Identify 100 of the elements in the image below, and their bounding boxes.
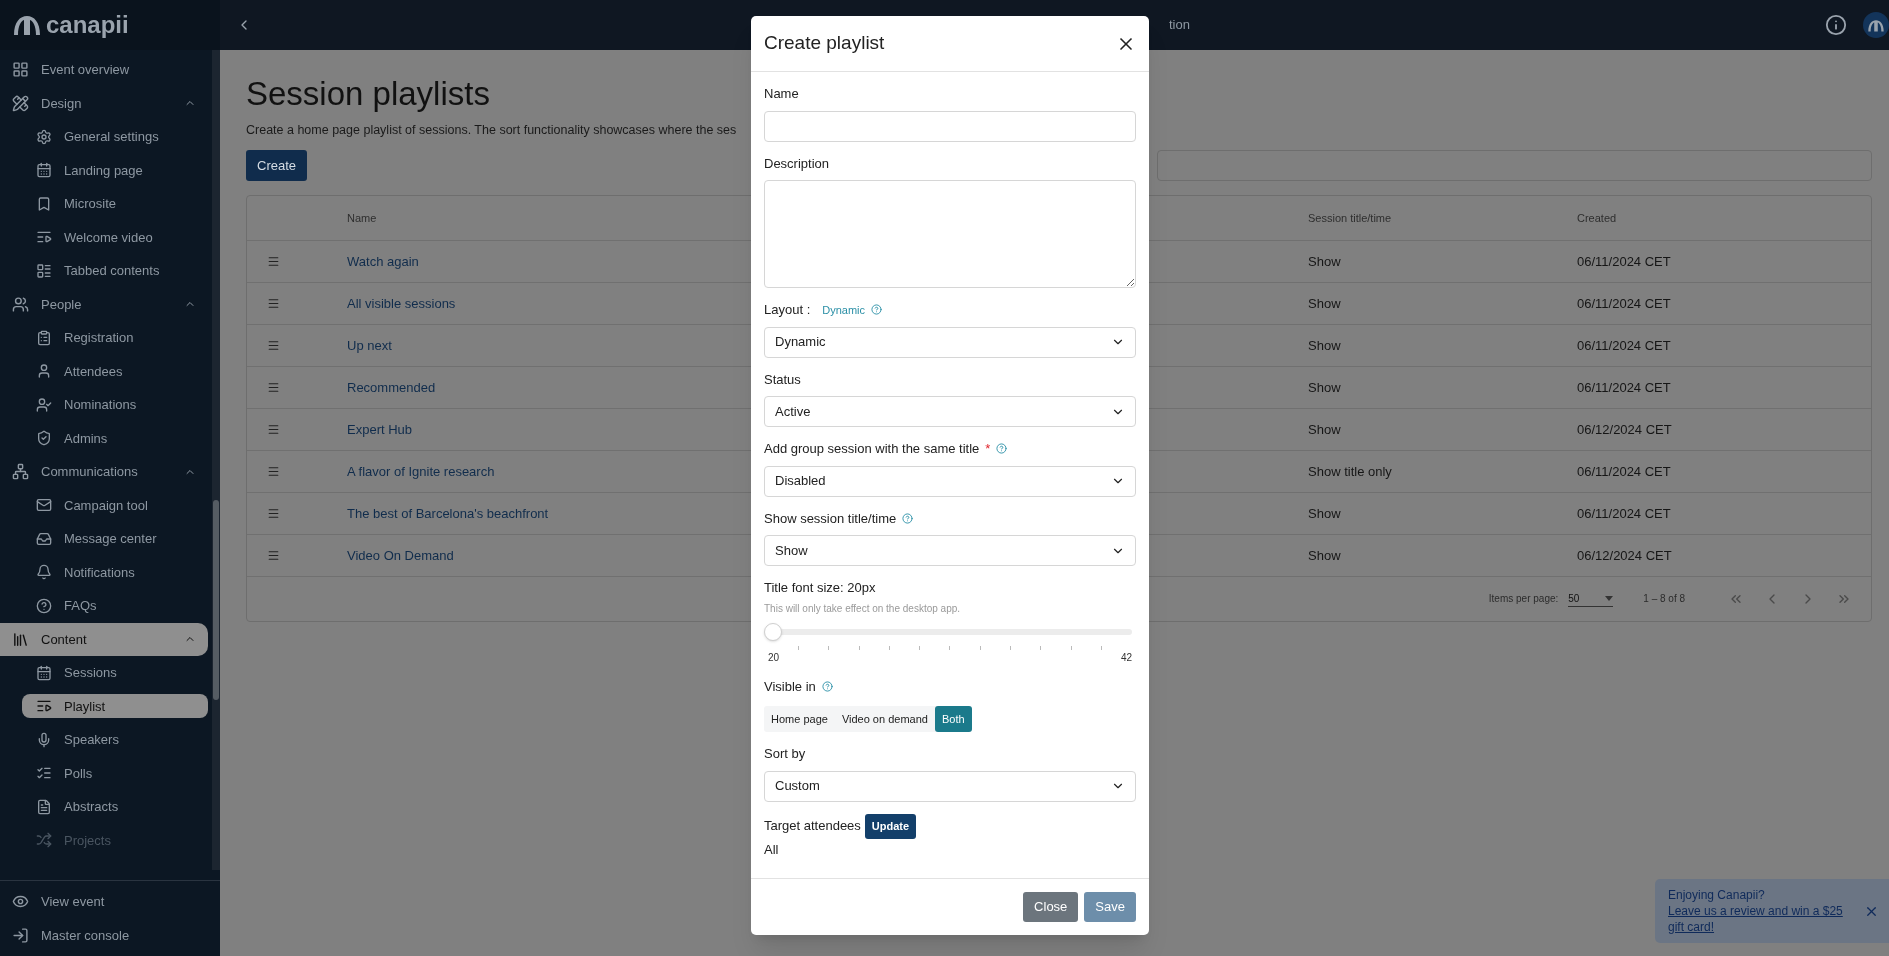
- sidebar-section[interactable]: Design: [0, 86, 208, 120]
- sidebar-item[interactable]: Polls: [22, 761, 208, 786]
- toast-message: Enjoying Canapii?: [1668, 887, 1766, 903]
- drag-handle-icon[interactable]: [267, 296, 280, 310]
- sidebar-item[interactable]: Speakers: [22, 727, 208, 752]
- sidebar-item[interactable]: Admins: [22, 426, 208, 451]
- segment-option[interactable]: Home page: [764, 706, 835, 732]
- items-per-page-select[interactable]: 50: [1568, 590, 1614, 607]
- sidebar-item[interactable]: Playlist: [22, 694, 208, 719]
- playlist-name-link[interactable]: Watch again: [347, 251, 419, 271]
- sidebar-item[interactable]: Landing page: [22, 158, 208, 183]
- name-input[interactable]: [764, 110, 1136, 142]
- sidebar-item[interactable]: Notifications: [22, 560, 208, 585]
- help-icon[interactable]: [871, 304, 883, 316]
- list-icon: [36, 262, 52, 279]
- microphone-icon: [36, 731, 52, 748]
- field-label: Status: [764, 370, 801, 389]
- shield-icon: [36, 430, 52, 447]
- update-button[interactable]: Update: [864, 813, 917, 839]
- sidebar-item[interactable]: Tabbed contents: [22, 258, 208, 283]
- people-icon: [12, 295, 29, 313]
- sidebar-section[interactable]: People: [0, 287, 208, 321]
- playlist-name-link[interactable]: All visible sessions: [347, 293, 456, 313]
- table-cell-text: 06/12/2024 CET: [1577, 420, 1672, 439]
- page-title: Session playlists: [246, 74, 490, 114]
- bookmark-icon: [36, 195, 52, 212]
- sidebar-section[interactable]: Event overview: [0, 53, 208, 87]
- sidebar-item[interactable]: Campaign tool: [22, 493, 208, 518]
- select-field[interactable]: Active: [764, 396, 1136, 427]
- shuffle-icon: [36, 832, 52, 849]
- sidebar-item[interactable]: Microsite: [22, 191, 208, 216]
- sidebar-item[interactable]: Welcome video: [22, 225, 208, 250]
- playlist-name-link[interactable]: Video On Demand: [347, 545, 454, 565]
- field-label: Title font size: 20px: [764, 579, 876, 597]
- close-button[interactable]: Close: [1023, 892, 1079, 922]
- sign-in-icon: [12, 926, 29, 944]
- sidebar-item[interactable]: Abstracts: [22, 794, 208, 819]
- drag-handle-icon[interactable]: [267, 506, 280, 520]
- drag-handle-icon[interactable]: [267, 548, 280, 562]
- slider-min-label: 20: [768, 650, 780, 665]
- calendar-icon: [36, 664, 52, 681]
- mail-icon: [36, 497, 52, 514]
- sidebar-item[interactable]: Master console: [0, 918, 208, 952]
- table-cell-text: Show: [1308, 294, 1341, 313]
- description-textarea[interactable]: [764, 180, 1136, 288]
- segment-option[interactable]: Both: [934, 706, 972, 732]
- avatar[interactable]: [1863, 12, 1889, 38]
- help-icon[interactable]: [996, 443, 1008, 455]
- brand-name: canapii: [46, 10, 129, 40]
- sidebar-section[interactable]: Communications: [0, 455, 208, 489]
- playlist-name-link[interactable]: Up next: [347, 335, 392, 355]
- sidebar-item[interactable]: Nominations: [22, 392, 208, 417]
- select-field[interactable]: Show: [764, 535, 1136, 566]
- playlist-name-link[interactable]: The best of Barcelona's beachfront: [347, 503, 549, 523]
- info-icon[interactable]: [1825, 14, 1847, 36]
- umbrella-logo-icon: [12, 14, 42, 36]
- page-description: Create a home page playlist of sessions. The sort functionality showcases where the ses: [246, 122, 738, 139]
- clipboard-icon: [36, 329, 52, 346]
- sidebar-item[interactable]: FAQs: [22, 593, 208, 618]
- table-cell-text: Show: [1308, 336, 1341, 355]
- drag-handle-icon[interactable]: [267, 338, 280, 352]
- table-cell-text: 06/11/2024 CET: [1577, 378, 1671, 397]
- playlist-name-link[interactable]: A flavor of Ignite research: [347, 461, 495, 481]
- table-cell-text: 06/11/2024 CET: [1577, 462, 1671, 481]
- scrollbar[interactable]: [212, 50, 220, 870]
- segment-option[interactable]: Video on demand: [834, 706, 935, 732]
- sidebar-item[interactable]: Registration: [22, 325, 208, 350]
- select-field[interactable]: Custom: [764, 770, 1136, 802]
- sidebar-item[interactable]: General settings: [22, 124, 208, 149]
- sidebar-item[interactable]: Attendees: [22, 359, 208, 384]
- table-cell-text: 06/11/2024 CET: [1577, 294, 1671, 313]
- drag-handle-icon[interactable]: [267, 254, 280, 268]
- layout-link[interactable]: Dynamic: [822, 301, 866, 318]
- drag-handle-icon[interactable]: [267, 422, 280, 436]
- help-icon[interactable]: [902, 512, 914, 524]
- help-icon[interactable]: [821, 680, 833, 692]
- target-value: All: [764, 840, 780, 859]
- document-icon: [36, 798, 52, 815]
- table-cell-text: Show: [1308, 420, 1341, 439]
- drag-handle-icon[interactable]: [267, 380, 280, 394]
- select-field[interactable]: Disabled: [764, 465, 1136, 497]
- field-label: Visible in: [764, 677, 816, 696]
- save-button[interactable]: Save: [1084, 892, 1136, 922]
- playlist-name-link[interactable]: Expert Hub: [347, 419, 413, 439]
- slider-thumb[interactable]: [764, 622, 782, 641]
- table-cell-text: 06/11/2024 CET: [1577, 336, 1671, 355]
- table-cell-text: 06/11/2024 CET: [1577, 252, 1671, 271]
- sidebar-item[interactable]: View event: [0, 885, 208, 919]
- create-button[interactable]: Create: [246, 149, 308, 181]
- playlist-name-link[interactable]: Recommended: [347, 377, 436, 397]
- table-cell-text: Show title only: [1308, 462, 1392, 481]
- drag-handle-icon[interactable]: [267, 464, 280, 478]
- pencil-ruler-icon: [12, 94, 29, 112]
- sidebar-item[interactable]: Sessions: [22, 660, 208, 685]
- sidebar-section[interactable]: Content: [0, 622, 208, 656]
- select-field[interactable]: Dynamic: [764, 326, 1136, 358]
- help-icon: [36, 597, 52, 614]
- caret-down-icon: [1605, 595, 1614, 601]
- sidebar-item[interactable]: Message center: [22, 526, 208, 551]
- network-icon: [12, 463, 29, 481]
